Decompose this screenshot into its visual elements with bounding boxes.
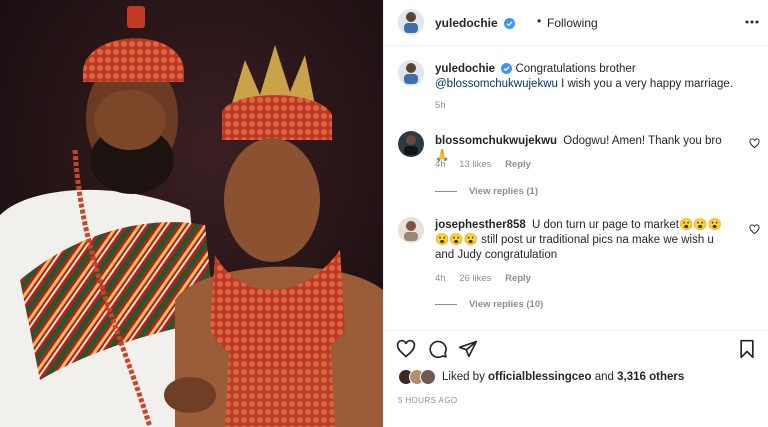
view-replies-button[interactable]: View replies (10) bbox=[435, 299, 543, 310]
comment-author-avatar[interactable] bbox=[398, 131, 424, 157]
comment-author-username[interactable]: blossomchukwujekwu bbox=[435, 135, 557, 147]
more-horizontal-icon[interactable] bbox=[745, 14, 759, 30]
comment-author-username[interactable]: josephesther858 bbox=[435, 219, 526, 231]
caption-body: Congratulations brother bbox=[515, 63, 636, 75]
comment-like-count[interactable]: 13 likes bbox=[459, 159, 491, 170]
caption-author-username[interactable]: yuledochie bbox=[435, 63, 495, 75]
author-username-text[interactable]: yuledochie bbox=[435, 16, 498, 30]
post-details-panel: yuledochie • Following yuledochie Congra… bbox=[383, 0, 768, 427]
replies-divider bbox=[435, 190, 457, 192]
liked-by-others-link[interactable]: 3,316 others bbox=[617, 371, 684, 383]
liker-avatar[interactable] bbox=[420, 369, 436, 385]
share-icon[interactable] bbox=[458, 339, 478, 359]
caption-timestamp: 5h bbox=[435, 100, 446, 111]
caption-text: yuledochie Congratulations brother @blos… bbox=[435, 62, 755, 92]
comment-meta: 4h 26 likes Reply bbox=[435, 273, 542, 284]
verified-badge-icon bbox=[501, 63, 513, 75]
following-button[interactable]: Following bbox=[547, 16, 598, 30]
liked-by-and: and bbox=[591, 371, 618, 383]
verified-badge-icon bbox=[504, 18, 516, 30]
bookmark-icon[interactable] bbox=[737, 339, 757, 359]
reply-button[interactable]: Reply bbox=[505, 273, 531, 284]
comment-icon[interactable] bbox=[428, 339, 448, 359]
view-replies-button[interactable]: View replies (1) bbox=[435, 186, 538, 197]
person-icon bbox=[404, 135, 418, 155]
view-replies-label[interactable]: View replies (10) bbox=[469, 299, 543, 310]
liked-by-text: Liked by officialblessingceo and 3,316 o… bbox=[442, 371, 684, 383]
replies-divider bbox=[435, 303, 457, 305]
post-header: yuledochie • Following bbox=[384, 0, 768, 46]
liked-by-prefix: Liked by bbox=[442, 371, 489, 383]
person-icon bbox=[404, 63, 418, 84]
caption-mention-link[interactable]: @blossomchukwujekwu bbox=[435, 78, 558, 90]
author-avatar[interactable] bbox=[398, 9, 424, 35]
like-comment-heart-icon[interactable] bbox=[749, 224, 760, 235]
comment-timestamp: 4h bbox=[435, 159, 446, 170]
action-bar bbox=[384, 330, 768, 364]
separator-dot: • bbox=[537, 14, 542, 28]
post-photo bbox=[0, 0, 383, 427]
heart-icon[interactable] bbox=[396, 339, 416, 359]
view-replies-label[interactable]: View replies (1) bbox=[469, 186, 538, 197]
caption-body-end: I wish you a very happy marriage. bbox=[557, 78, 734, 90]
comment-author-avatar[interactable] bbox=[398, 217, 424, 243]
comment-text: josephesther858 U don turn ur page to ma… bbox=[435, 218, 735, 263]
couple-wedding-photo bbox=[0, 0, 383, 427]
author-username[interactable]: yuledochie bbox=[435, 16, 516, 30]
comment-like-count[interactable]: 26 likes bbox=[459, 273, 491, 284]
like-comment-heart-icon[interactable] bbox=[749, 138, 760, 149]
person-icon bbox=[404, 221, 418, 241]
comment-timestamp: 4h bbox=[435, 273, 446, 284]
comment-meta: 4h 13 likes Reply bbox=[435, 159, 542, 170]
person-icon bbox=[404, 12, 418, 33]
caption-author-avatar[interactable] bbox=[398, 60, 424, 86]
reply-button[interactable]: Reply bbox=[505, 159, 531, 170]
post-timestamp: 5 HOURS AGO bbox=[398, 396, 458, 405]
liked-by-user-link[interactable]: officialblessingceo bbox=[488, 371, 592, 383]
